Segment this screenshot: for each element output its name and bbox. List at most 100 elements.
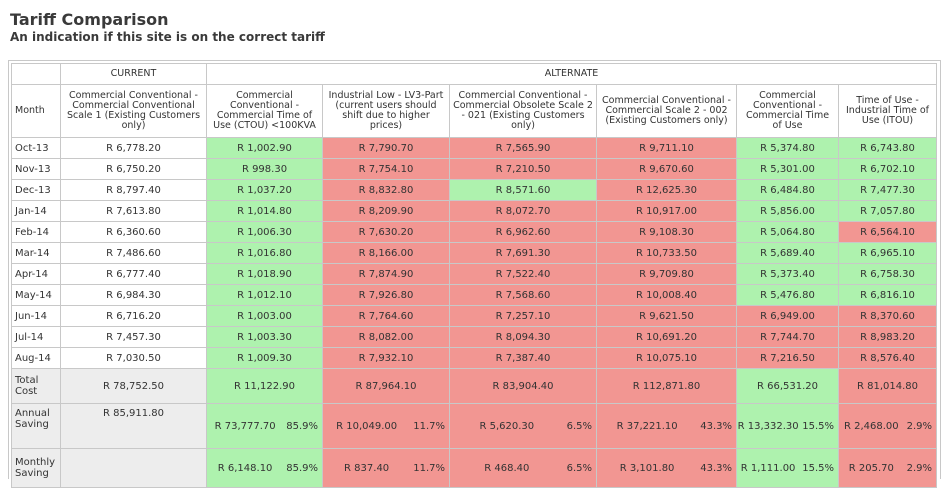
cost-cell: R 7,387.40 [449, 347, 597, 369]
monthly-saving-row-cell: R 205.70 2.9% [837, 448, 938, 488]
total-cost-cell: R 11,122.90 [206, 368, 323, 404]
cost-cell: R 7,744.70 [736, 326, 839, 348]
header-col-5: Commercial Conventional - Commercial Sca… [596, 84, 737, 138]
annual-saving-row-label: Annual Saving [11, 403, 61, 449]
header-columns-row: Month Commercial Conventional - Commerci… [11, 84, 938, 138]
cost-cell: R 1,003.30 [206, 326, 323, 348]
header-col-1: Commercial Conventional - Commercial Con… [60, 84, 207, 138]
cost-cell: R 1,018.90 [206, 263, 323, 285]
total-cost-cell: R 78,752.50 [60, 368, 207, 404]
page-subtitle: An indication if this site is on the cor… [10, 30, 325, 44]
header-col-4: Commercial Conventional - Commercial Obs… [449, 84, 597, 138]
cost-cell: R 7,522.40 [449, 263, 597, 285]
saving-amount: R 37,221.10 [616, 420, 678, 432]
cost-cell: R 6,962.60 [449, 221, 597, 243]
cost-cell: R 8,082.00 [322, 326, 450, 348]
table-row: Oct-13 R 6,778.20 R 1,002.90 R 7,790.70 R 7,… [11, 137, 938, 159]
cost-cell: R 10,917.00 [596, 200, 737, 222]
table-row: Dec-13 R 8,797.40 R 1,037.20 R 8,832.80 R 8,… [11, 179, 938, 201]
cost-cell: R 6,965.10 [837, 242, 938, 264]
table-row: Aug-14 R 7,030.50 R 1,009.30 R 7,932.10 R 7,… [11, 347, 938, 369]
monthly-saving-row-current [60, 448, 207, 488]
annual-saving-row-cell: R 37,221.10 43.3% [596, 403, 737, 449]
saving-percent: 43.3% [700, 420, 732, 432]
annual-saving-row-cell: R 13,332.30 15.5% [736, 403, 839, 449]
saving-percent: 2.9% [906, 420, 933, 432]
monthly-saving-row: Monthly Saving R 6,148.10 85.9% R 837.40 11.… [11, 448, 938, 488]
saving-percent: 11.7% [413, 462, 445, 474]
cost-cell: R 7,691.30 [449, 242, 597, 264]
cost-cell: R 7,210.50 [449, 158, 597, 180]
month-cell: Apr-14 [11, 263, 61, 285]
table-row: May-14 R 6,984.30 R 1,012.10 R 7,926.80 R 7,… [11, 284, 938, 306]
cost-cell: R 8,072.70 [449, 200, 597, 222]
cost-cell: R 7,874.90 [322, 263, 450, 285]
table-row: Nov-13 R 6,750.20 R 998.30 R 7,754.10 R 7,21… [11, 158, 938, 180]
cost-cell: R 7,790.70 [322, 137, 450, 159]
monthly-saving-row-label: Monthly Saving [11, 448, 61, 488]
month-cell: May-14 [11, 284, 61, 306]
header-blank [11, 63, 61, 85]
month-cell: Jun-14 [11, 305, 61, 327]
tariff-comparison-table: CURRENT ALTERNATE Month Commercial Conve… [11, 63, 938, 488]
annual-saving-row-cell: R 73,777.70 85.9% [206, 403, 323, 449]
total-cost-cell: R 81,014.80 [837, 368, 938, 404]
cost-cell: R 6,702.10 [837, 158, 938, 180]
saving-percent: 43.3% [700, 462, 732, 474]
cost-cell: R 1,002.90 [206, 137, 323, 159]
header-group-row: CURRENT ALTERNATE [11, 63, 938, 85]
cost-cell: R 5,064.80 [736, 221, 839, 243]
monthly-saving-row-cell: R 3,101.80 43.3% [596, 448, 737, 488]
cost-cell: R 10,008.40 [596, 284, 737, 306]
saving-amount: R 2,468.00 [843, 420, 899, 432]
cost-cell: R 7,457.30 [60, 326, 207, 348]
cost-cell: R 5,476.80 [736, 284, 839, 306]
saving-amount: R 13,332.30 [737, 420, 799, 432]
annual-saving-row: Annual Saving R 85,911.80 R 73,777.70 85.9%… [11, 403, 938, 449]
month-cell: Nov-13 [11, 158, 61, 180]
cost-cell: R 7,257.10 [449, 305, 597, 327]
header-current: CURRENT [60, 63, 207, 85]
cost-cell: R 10,691.20 [596, 326, 737, 348]
saving-percent: 85.9% [286, 462, 318, 474]
cost-cell: R 7,216.50 [736, 347, 839, 369]
cost-cell: R 8,094.30 [449, 326, 597, 348]
monthly-saving-row-cell: R 6,148.10 85.9% [206, 448, 323, 488]
monthly-saving-row-cell: R 468.40 6.5% [449, 448, 597, 488]
cost-cell: R 7,630.20 [322, 221, 450, 243]
cost-cell: R 8,209.90 [322, 200, 450, 222]
header-col-3: Industrial Low - LV3-Part (current users… [322, 84, 450, 138]
cost-cell: R 1,006.30 [206, 221, 323, 243]
cost-cell: R 6,564.10 [837, 221, 938, 243]
total-cost-cell: R 83,904.40 [449, 368, 597, 404]
saving-percent: 6.5% [566, 420, 592, 432]
saving-percent: 85.9% [286, 420, 318, 432]
cost-cell: R 1,037.20 [206, 179, 323, 201]
monthly-saving-row-cell: R 837.40 11.7% [322, 448, 450, 488]
cost-cell: R 9,670.60 [596, 158, 737, 180]
saving-amount: R 3,101.80 [619, 462, 675, 474]
cost-cell: R 9,711.10 [596, 137, 737, 159]
cost-cell: R 1,014.80 [206, 200, 323, 222]
cost-cell: R 5,373.40 [736, 263, 839, 285]
saving-amount: R 6,148.10 [217, 462, 273, 474]
table-row: Jul-14 R 7,457.30 R 1,003.30 R 8,082.00 R 8,… [11, 326, 938, 348]
monthly-saving-row-cell: R 1,111.00 15.5% [736, 448, 839, 488]
total-cost-cell: R 87,964.10 [322, 368, 450, 404]
cost-cell: R 8,832.80 [322, 179, 450, 201]
saving-amount: R 205.70 [848, 462, 894, 474]
table-row: Jan-14 R 7,613.80 R 1,014.80 R 8,209.90 R 8,… [11, 200, 938, 222]
cost-cell: R 7,568.60 [449, 284, 597, 306]
saving-amount: R 73,777.70 [214, 420, 276, 432]
annual-saving-row-cell: R 2,468.00 2.9% [837, 403, 938, 449]
cost-cell: R 10,075.10 [596, 347, 737, 369]
cost-cell: R 1,003.00 [206, 305, 323, 327]
month-cell: Jul-14 [11, 326, 61, 348]
header-month: Month [11, 84, 61, 138]
cost-cell: R 6,949.00 [736, 305, 839, 327]
cost-cell: R 5,856.00 [736, 200, 839, 222]
saving-amount: R 468.40 [484, 462, 530, 474]
header-col-6: Commercial Conventional - Commercial Tim… [736, 84, 839, 138]
saving-percent: 15.5% [802, 420, 834, 432]
page-title: Tariff Comparison [10, 10, 169, 29]
